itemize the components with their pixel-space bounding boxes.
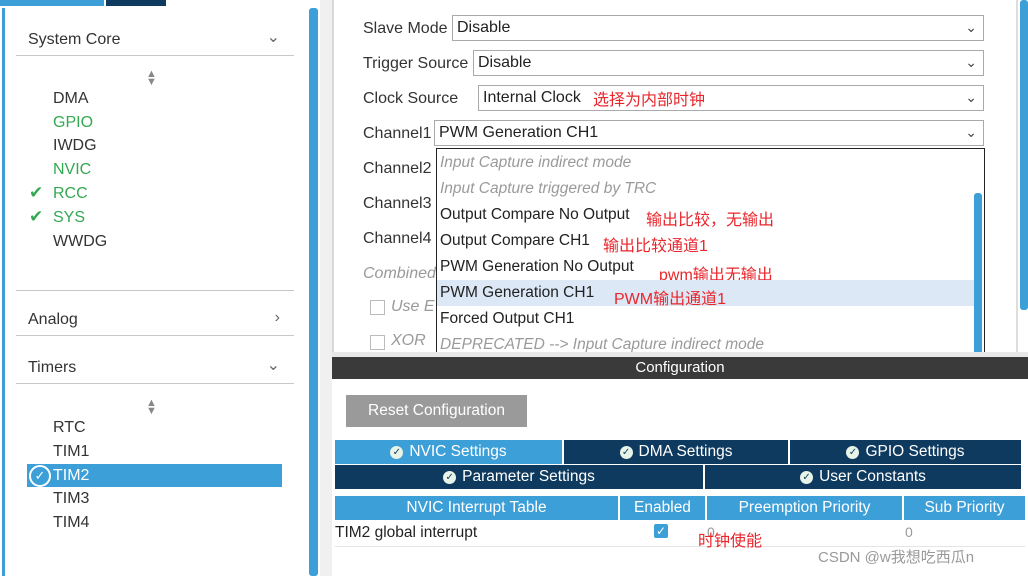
divider xyxy=(16,290,294,291)
chevron-down-icon: ⌄ xyxy=(266,29,280,46)
check-circle-icon: ✓ xyxy=(800,471,814,484)
sidebar-item-tim4[interactable]: TIM4 xyxy=(53,514,89,532)
mode-scroll-track xyxy=(1016,0,1018,352)
sidebar-item-iwdg[interactable]: IWDG xyxy=(53,137,97,155)
sidebar-left-border xyxy=(2,8,5,576)
tab-user-constants[interactable]: ✓ User Constants xyxy=(705,465,1023,489)
tab-nvic-settings[interactable]: ✓ NVIC Settings xyxy=(335,440,564,464)
tab-dma-settings[interactable]: ✓ DMA Settings xyxy=(564,440,790,464)
clock-source-select[interactable]: Internal Clock ⌄ xyxy=(478,85,984,111)
sub-priority-value[interactable]: 0 xyxy=(905,524,913,540)
section-label: System Core xyxy=(28,31,121,48)
reset-configuration-button[interactable]: Reset Configuration xyxy=(346,395,527,427)
section-label: Analog xyxy=(28,311,78,328)
sidebar-item-label: TIM2 xyxy=(53,467,90,484)
trigger-source-select[interactable]: Disable ⌄ xyxy=(473,50,984,76)
trigger-source-label: Trigger Source xyxy=(363,55,469,72)
channel4-label: Channel4 xyxy=(363,230,432,247)
interrupt-name: TIM2 global interrupt xyxy=(335,524,478,541)
col-header-sub-priority[interactable]: Sub Priority xyxy=(904,496,1025,520)
sidebar-tab-atoz[interactable] xyxy=(106,0,166,6)
sidebar-item-tim1[interactable]: TIM1 xyxy=(53,443,89,461)
section-system-core[interactable]: System Core ⌄ xyxy=(16,23,294,56)
chevron-down-icon: ⌄ xyxy=(266,357,280,374)
check-icon: ✔ xyxy=(29,183,44,202)
section-label: Timers xyxy=(28,359,77,376)
chevron-right-icon: › xyxy=(274,309,280,326)
use-e-checkbox[interactable] xyxy=(370,300,385,315)
check-circle-icon: ✓ xyxy=(29,465,51,487)
sidebar-tab-categories[interactable] xyxy=(0,0,104,6)
sidebar-item-gpio[interactable]: GPIO xyxy=(53,114,93,132)
sidebar-item-rtc[interactable]: RTC xyxy=(53,419,86,437)
col-header-enabled[interactable]: Enabled xyxy=(620,496,707,520)
sort-icon[interactable]: ▲ ▼ xyxy=(146,398,157,417)
splitter[interactable] xyxy=(320,0,332,576)
check-circle-icon: ✓ xyxy=(443,471,457,484)
xor-label: XOR xyxy=(391,332,426,349)
channel3-label: Channel3 xyxy=(363,195,432,212)
section-analog[interactable]: Analog › xyxy=(16,303,294,336)
xor-checkbox[interactable] xyxy=(370,335,385,350)
check-circle-icon: ✓ xyxy=(846,446,860,459)
use-e-label: Use E xyxy=(391,298,435,315)
sort-icon[interactable]: ▲ ▼ xyxy=(146,69,157,88)
clock-source-annotation: 选择为内部时钟 xyxy=(593,92,706,109)
select-value: PWM Generation CH1 xyxy=(439,124,599,141)
mode-scrollbar[interactable] xyxy=(1020,0,1028,310)
channel2-label: Channel2 xyxy=(363,160,432,177)
left-sidebar: System Core ⌄ ▲ ▼ DMA GPIO IWDG NVIC ✔ RC… xyxy=(0,0,320,576)
option-input-capture-indirect: Input Capture indirect mode xyxy=(440,154,632,171)
sidebar-item-rcc[interactable]: RCC xyxy=(53,185,88,203)
select-value: Disable xyxy=(457,19,511,36)
channel1-select[interactable]: PWM Generation CH1 ⌄ xyxy=(434,120,984,146)
chevron-down-icon: ⌄ xyxy=(965,19,977,35)
sidebar-item-dma[interactable]: DMA xyxy=(53,90,89,108)
col-header-interrupt[interactable]: NVIC Interrupt Table xyxy=(335,496,620,520)
slave-mode-select[interactable]: Disable ⌄ xyxy=(452,15,984,41)
select-value: Disable xyxy=(478,54,532,71)
option-output-compare-no-output[interactable]: Output Compare No Output 输出比较，无输出 xyxy=(437,202,975,229)
sidebar-item-sys[interactable]: SYS xyxy=(53,209,85,227)
option-input-capture-trc: Input Capture triggered by TRC xyxy=(440,180,657,197)
watermark: CSDN @w我想吃西瓜n xyxy=(818,549,975,566)
slave-mode-label: Slave Mode xyxy=(363,20,448,37)
check-circle-icon: ✓ xyxy=(390,446,404,459)
option-pwm-generation-ch1[interactable]: PWM Generation CH1 PWM输出通道1 xyxy=(437,280,975,308)
configuration-header: Configuration xyxy=(332,357,1028,379)
option-pwm-no-output[interactable]: PWM Generation No Output pwm输出无输出 xyxy=(437,254,975,284)
combined-label: Combined xyxy=(363,265,436,282)
option-output-compare-ch1[interactable]: Output Compare CH1 输出比较通道1 xyxy=(437,228,975,255)
enable-annotation: 时钟使能 xyxy=(698,533,763,550)
enabled-checkbox[interactable]: ✓ xyxy=(654,524,668,538)
chevron-down-icon: ⌄ xyxy=(965,124,977,140)
dropdown-scrollbar[interactable] xyxy=(974,193,982,355)
option-forced-output-ch1[interactable]: Forced Output CH1 xyxy=(437,306,975,332)
check-circle-icon: ✓ xyxy=(619,446,633,459)
sidebar-item-wwdg[interactable]: WWDG xyxy=(53,233,107,251)
channel1-dropdown-list[interactable]: Input Capture indirect mode Input Captur… xyxy=(436,148,985,360)
col-header-preemption[interactable]: Preemption Priority xyxy=(707,496,904,520)
chevron-down-icon: ⌄ xyxy=(965,54,977,70)
table-row[interactable]: TIM2 global interrupt ✓ 0 0 xyxy=(335,520,1025,547)
sidebar-item-tim3[interactable]: TIM3 xyxy=(53,490,89,508)
sidebar-item-nvic[interactable]: NVIC xyxy=(53,161,91,179)
configuration-title: Configuration xyxy=(635,359,725,376)
section-timers[interactable]: Timers ⌄ xyxy=(16,351,294,384)
check-icon: ✔ xyxy=(29,207,44,226)
sidebar-item-tim2[interactable]: ✓ TIM2 xyxy=(27,464,282,487)
channel1-label: Channel1 xyxy=(363,125,432,142)
tab-gpio-settings[interactable]: ✓ GPIO Settings xyxy=(790,440,1023,464)
sidebar-scrollbar[interactable] xyxy=(309,8,318,576)
mode-panel-border xyxy=(332,0,334,352)
chevron-down-icon: ⌄ xyxy=(965,89,977,105)
option-annotation: 输出比较，无输出 xyxy=(646,212,775,229)
clock-source-label: Clock Source xyxy=(363,90,459,107)
select-value: Internal Clock xyxy=(483,89,581,106)
tab-parameter-settings[interactable]: ✓ Parameter Settings xyxy=(335,465,705,489)
option-annotation: 输出比较通道1 xyxy=(603,238,708,255)
